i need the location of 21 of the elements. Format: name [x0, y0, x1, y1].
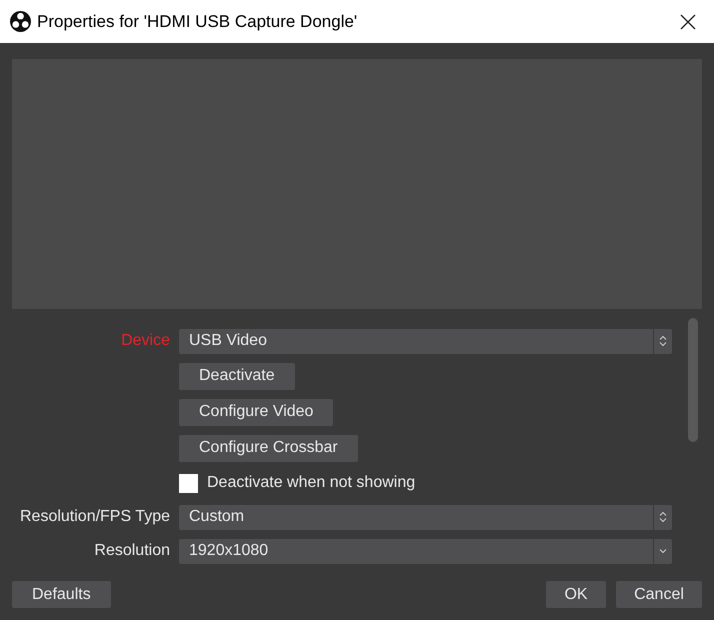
- checkbox[interactable]: [179, 474, 198, 492]
- field-label: Resolution/FPS Type: [20, 507, 170, 527]
- push-button[interactable]: OK: [546, 581, 606, 608]
- spinner-arrows-icon: [659, 511, 667, 523]
- close-icon[interactable]: [680, 14, 696, 30]
- push-button[interactable]: Defaults: [12, 581, 111, 608]
- chevron-down-icon: [659, 548, 667, 554]
- select-field[interactable]: USB Video: [179, 328, 672, 354]
- window-title: Properties for 'HDMI USB Capture Dongle': [37, 10, 358, 33]
- select-field[interactable]: Custom: [179, 504, 672, 530]
- push-button[interactable]: Configure Crossbar: [179, 434, 358, 462]
- push-button[interactable]: Cancel: [616, 581, 702, 608]
- spinner-arrows-icon: [659, 335, 667, 347]
- app-logo-icon: [10, 11, 31, 32]
- field-label: Resolution: [94, 541, 170, 561]
- field-label: Device: [121, 331, 170, 351]
- select-field[interactable]: 1920x1080: [179, 538, 672, 564]
- scrollbar-thumb[interactable]: [688, 318, 698, 442]
- checkbox-label: Deactivate when not showing: [207, 473, 416, 493]
- push-button[interactable]: Deactivate: [179, 362, 295, 390]
- push-button[interactable]: Configure Video: [179, 398, 334, 426]
